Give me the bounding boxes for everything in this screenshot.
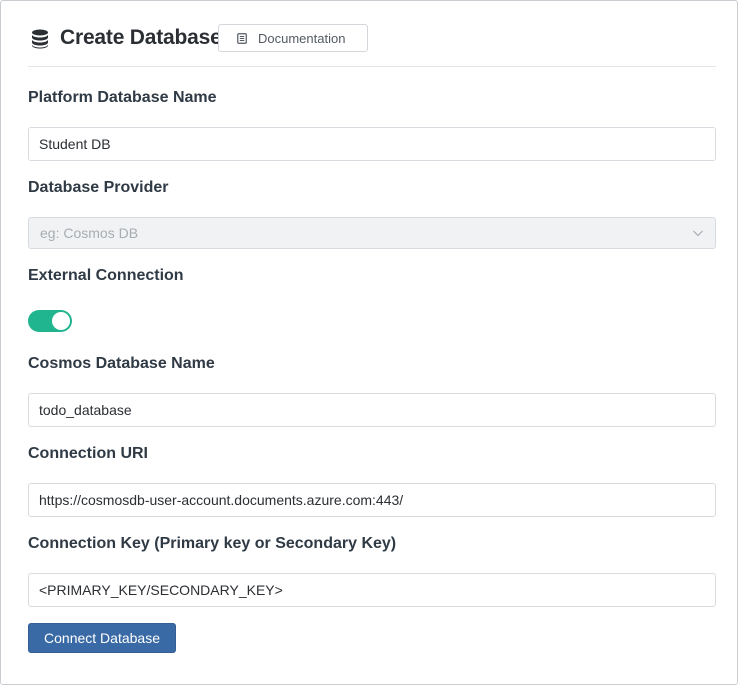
- database-provider-placeholder: eg: Cosmos DB: [40, 225, 139, 241]
- connection-uri-input[interactable]: [28, 483, 716, 517]
- connect-database-button[interactable]: Connect Database: [28, 623, 176, 653]
- connection-key-label: Connection Key (Primary key or Secondary…: [28, 535, 397, 552]
- database-icon: [32, 29, 48, 49]
- cosmos-db-name-input[interactable]: [28, 393, 716, 427]
- documentation-button[interactable]: Documentation: [218, 24, 368, 52]
- database-provider-select[interactable]: eg: Cosmos DB: [28, 217, 716, 249]
- chevron-down-icon: [693, 230, 703, 237]
- platform-db-name-input[interactable]: [28, 127, 716, 161]
- connection-uri-label: Connection URI: [28, 445, 148, 462]
- connection-key-input[interactable]: [28, 573, 716, 607]
- platform-db-name-label: Platform Database Name: [28, 89, 217, 106]
- create-database-panel: Create Database Documentation Platform D…: [0, 0, 738, 685]
- panel-header: Create Database Documentation: [28, 23, 716, 67]
- external-connection-label: External Connection: [28, 267, 184, 284]
- document-icon: [237, 32, 247, 44]
- page-title: Create Database: [60, 26, 222, 49]
- external-connection-toggle[interactable]: [28, 310, 72, 332]
- cosmos-db-name-label: Cosmos Database Name: [28, 355, 215, 372]
- documentation-label: Documentation: [258, 30, 346, 46]
- toggle-knob: [52, 312, 70, 330]
- database-provider-label: Database Provider: [28, 179, 169, 196]
